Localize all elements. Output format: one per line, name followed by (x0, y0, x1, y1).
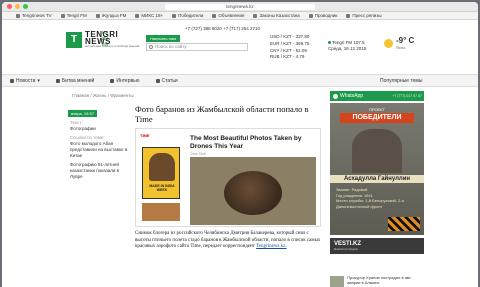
bookmark-item[interactable]: Tengri FM (61, 13, 87, 18)
banner-project-label: ПРОЕКТ (368, 107, 385, 112)
ad-thumbnail-image (142, 203, 180, 221)
sun-icon (384, 38, 393, 48)
nav-interview[interactable]: Интервью (102, 78, 147, 84)
rate-usd: USD / KZT - 337.80 (270, 34, 310, 39)
currency-rates: USD / KZT - 337.80 EUR / KZT - 369.75 CN… (270, 34, 309, 61)
source-link[interactable]: Tengrinews.kz. (256, 244, 286, 249)
bookmark-item[interactable]: Объявления (212, 13, 244, 18)
article-image[interactable]: TIME The Most Beautiful Photos Taken by … (135, 128, 321, 227)
logo-mark-icon: T (66, 31, 82, 48)
breadcrumb[interactable]: Главная / Жизнь / Фрагменты (72, 93, 134, 98)
hero-info: Звание: Рядовой Год рождения: 1941 Место… (336, 187, 420, 209)
sidebar-news-item[interactable]: Прокурор Храпов пострадал в авт. аварии … (330, 275, 424, 287)
nav-debate[interactable]: Битва мнений (48, 78, 102, 84)
browser-titlebar: tengrinews.kz (2, 2, 478, 12)
site-header: T TENGRI NEWS актуальные новости и свобо… (2, 20, 478, 75)
articles-icon (155, 78, 160, 83)
nav-articles[interactable]: Статьи (148, 78, 186, 84)
right-sidebar: WhatsApp +7 (777) 017 57 87 ПРОЕКТ ПОБЕД… (330, 91, 424, 254)
bookmark-item[interactable]: Tengrinews TV (16, 13, 52, 18)
lang-en[interactable]: EN (102, 42, 109, 48)
search-input[interactable]: Поиск по сайту (146, 43, 248, 51)
image-byline: Time Staff (190, 152, 206, 156)
related-link[interactable]: Фотографию 91-летней казахстанки показал… (70, 162, 128, 180)
hero-service: Место службы: 1-й Белорусский, 2-я Дальн… (336, 198, 404, 209)
whatsapp-icon (333, 93, 338, 99)
contact-phones: +7 (727) 388 8020 +7 (717) 254 2710 (185, 26, 261, 31)
weather-widget: -9° C Ясно (384, 36, 414, 50)
address-bar[interactable]: tengrinews.kz (165, 4, 315, 10)
close-window-button[interactable] (7, 4, 12, 9)
whatsapp-phone: +7 (777) 017 57 87 (392, 94, 422, 98)
main-nav: Новости ▾ Битва мнений Интервью Статьи П… (2, 75, 478, 87)
news-thumbnail (330, 276, 345, 287)
vesti-banner[interactable]: VESTI.KZ Новости спорта (330, 238, 424, 254)
nav-label: Статьи (161, 77, 178, 84)
nav-popular-topics[interactable]: Популярные темы (372, 78, 430, 84)
page-content: Главная / Жизнь / Фрагменты вчера, 19:57… (2, 87, 478, 287)
article-body: Снимок блогера из российского Челябинска… (135, 231, 321, 251)
bookmarks-bar: Tengrinews TV Tengri FM Жұлдыз FM МИКС 1… (2, 12, 478, 20)
article-body-text: Снимок блогера из российского Челябинска… (135, 231, 321, 250)
sheep-flock-image (224, 171, 282, 215)
ad-poster-image: MADE IN INDIA WEEK (142, 147, 180, 199)
browser-window: tengrinews.kz Tengrinews TV Tengri FM Жұ… (2, 2, 478, 287)
minimize-window-button[interactable] (15, 4, 20, 9)
nav-label: Битва мнений (61, 77, 95, 84)
weather-condition: Ясно (396, 45, 406, 50)
debate-icon (55, 78, 60, 83)
radio-icon (328, 41, 331, 44)
language-switcher: KZ RU EN (102, 30, 109, 48)
banner-title: ПОБЕДИТЕЛИ (340, 113, 414, 123)
article-meta-sidebar: Текст: Фотографии Ссылки по теме: Фото м… (70, 120, 128, 183)
fm-station: Tengri FM 107.5 (332, 40, 365, 45)
bookmark-item[interactable]: Победители (172, 13, 203, 18)
search-placeholder: Поиск по сайту (155, 44, 187, 49)
hero-portrait (352, 129, 402, 173)
st-george-ribbon-icon (388, 217, 420, 231)
related-link[interactable]: Фото молодого Абая представили на выстав… (70, 141, 128, 159)
temperature: -9° C (396, 36, 415, 45)
nav-label: Интервью (116, 77, 140, 84)
search-icon (149, 45, 153, 49)
winners-banner[interactable]: ПРОЕКТ ПОБЕДИТЕЛИ Асхадулла Гайнуллин Зв… (330, 103, 424, 235)
news-headline: Прокурор Храпов пострадал в авт. аварии … (347, 275, 412, 285)
bookmark-item[interactable]: МИКС 18+ (135, 13, 163, 18)
rate-cny: CNY / KZT - 52.09 (270, 47, 307, 53)
rate-rub: RUB / KZT - 4.79 (270, 54, 305, 60)
image-headline: The Most Beautiful Photos Taken by Drone… (190, 135, 302, 150)
rate-eur: EUR / KZT - 369.75 (270, 40, 310, 46)
bookmark-item[interactable]: Жұлдыз FM (96, 13, 127, 18)
article-title: Фото баранов из Жамбылской области попал… (135, 104, 309, 124)
window-controls (7, 4, 28, 9)
bookmark-item[interactable]: Проводник (309, 13, 338, 18)
bookmark-item[interactable]: Пресс релизы (346, 13, 381, 18)
image-source-logo: TIME (140, 133, 150, 138)
interview-icon (110, 78, 115, 83)
write-us-button[interactable]: Написать нам (146, 35, 180, 42)
radio-widget[interactable]: Tengri FM 107.5 Среда, 16.12.2015 (328, 40, 366, 52)
nav-label: Новости (16, 77, 36, 84)
photo-label: Фотографии (70, 126, 96, 131)
news-icon (10, 78, 14, 83)
whatsapp-banner[interactable]: WhatsApp +7 (777) 017 57 87 (330, 91, 424, 101)
nav-news[interactable]: Новости ▾ (2, 78, 48, 84)
drone-photo (190, 157, 316, 225)
logo-tagline: актуальные новости и свобода мнений (85, 44, 140, 48)
hero-name: Асхадулла Гайнуллин (330, 175, 424, 183)
article-main: Фото баранов из Жамбылской области попал… (135, 104, 321, 251)
current-date: Среда, 16.12.2015 (328, 46, 367, 51)
lion-image (149, 153, 175, 181)
vesti-subtitle: Новости спорта (334, 247, 358, 251)
whatsapp-label: WhatsApp (340, 93, 364, 99)
maximize-window-button[interactable] (23, 4, 28, 9)
poster-text: MADE IN INDIA WEEK (149, 184, 175, 192)
bookmark-item[interactable]: Законы Казахстана (253, 13, 299, 18)
article-date-badge: вчера, 19:57 (68, 110, 97, 117)
